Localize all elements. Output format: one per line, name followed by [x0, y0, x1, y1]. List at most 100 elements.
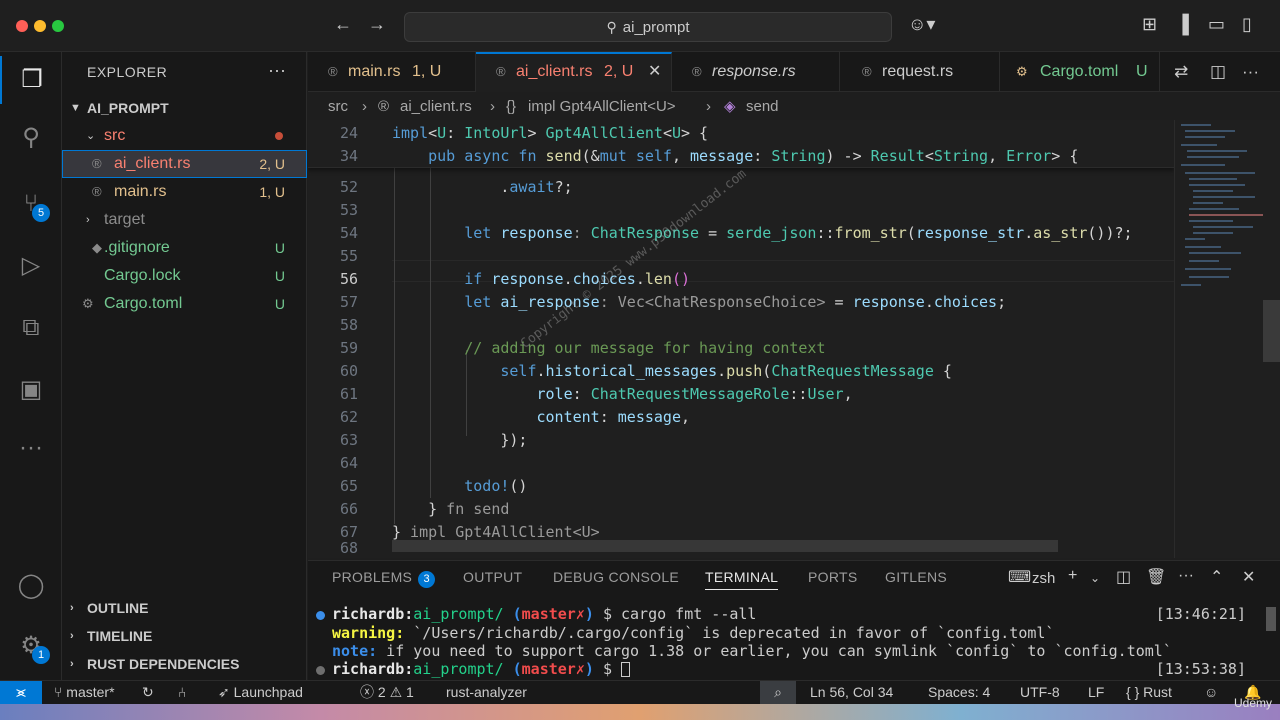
- panel-tab-problems[interactable]: PROBLEMS 3: [332, 569, 436, 588]
- panel-tab-output[interactable]: OUTPUT: [463, 569, 522, 585]
- tab-label: response.rs: [712, 63, 796, 80]
- panel-tab-gitlens[interactable]: GITLENS: [885, 569, 947, 585]
- gear-file-icon: ⚙: [1016, 64, 1028, 79]
- tree-item-ai-client[interactable]: ® ai_client.rs 2, U: [62, 150, 307, 178]
- more-actions-icon[interactable]: ···: [1242, 62, 1259, 82]
- breadcrumb-folder[interactable]: src: [328, 94, 348, 120]
- tree-item-label: main.rs: [114, 183, 167, 200]
- tree-item-status: U: [274, 296, 285, 312]
- tree-item-cargo-toml[interactable]: ⚙ Cargo.toml U: [62, 290, 307, 318]
- copilot-icon[interactable]: ☺▾: [908, 14, 935, 35]
- tab-request-rs[interactable]: ® request.rs: [840, 52, 1000, 92]
- search-icon[interactable]: ⚲: [0, 114, 62, 162]
- window-minimize-button[interactable]: [34, 20, 46, 32]
- tree-item-label: target: [104, 211, 145, 228]
- trash-icon[interactable]: 🗑: [1146, 567, 1166, 587]
- window-close-button[interactable]: [16, 20, 28, 32]
- customize-layout-icon[interactable]: ⊞: [1142, 14, 1157, 35]
- panel-tab-debug-console[interactable]: DEBUG CONSOLE: [553, 569, 679, 585]
- tree-item-src[interactable]: ⌄ src: [62, 122, 307, 150]
- minimap-slider[interactable]: [1263, 300, 1280, 362]
- forward-arrow-icon[interactable]: →: [368, 14, 386, 35]
- tab-response-rs[interactable]: ® response.rs: [672, 52, 840, 92]
- run-debug-icon[interactable]: ▷: [0, 242, 62, 290]
- close-panel-icon[interactable]: ✕: [1242, 567, 1255, 587]
- code-line-59: // adding our message for having context: [464, 339, 826, 357]
- minimap[interactable]: [1174, 120, 1280, 558]
- add-terminal-icon[interactable]: +: [1068, 567, 1077, 585]
- panel-tab-ports[interactable]: PORTS: [808, 569, 857, 585]
- window-maximize-button[interactable]: [52, 20, 64, 32]
- copilot-icon[interactable]: ☺: [1204, 681, 1218, 704]
- tree-item-target[interactable]: › target: [62, 206, 307, 234]
- line-number: 68: [339, 539, 358, 557]
- gitlens-icon[interactable]: ⑃: [178, 681, 186, 704]
- layout-sidebar-right-icon[interactable]: ▯: [1242, 14, 1252, 35]
- code-line-65: todo!(): [464, 477, 528, 495]
- terminal-scrollbar[interactable]: [1266, 607, 1276, 631]
- zoom-icon[interactable]: ⌕: [760, 681, 796, 705]
- tree-item-main[interactable]: ® main.rs 1, U: [62, 178, 307, 206]
- terminal-shell-label[interactable]: zsh: [1032, 570, 1055, 587]
- more-icon[interactable]: ···: [0, 424, 62, 472]
- extensions-icon[interactable]: ⧉: [0, 304, 62, 352]
- layout-sidebar-left-icon[interactable]: ▐: [1176, 14, 1189, 35]
- chevron-right-icon: ›: [70, 602, 74, 614]
- error-dot-icon: [275, 132, 283, 140]
- problems-indicator[interactable]: ⓧ 2 ⚠ 1: [360, 681, 414, 704]
- section-timeline[interactable]: › TIMELINE: [62, 622, 307, 650]
- breadcrumb-method[interactable]: send: [746, 94, 779, 120]
- project-root[interactable]: ▼ AI_PROMPT: [62, 94, 307, 122]
- chevron-down-icon: ▼: [70, 102, 81, 114]
- explorer-icon[interactable]: ❐: [0, 56, 62, 104]
- tab-label: ai_client.rs: [516, 63, 593, 80]
- remote-indicator-icon[interactable]: ⪤: [0, 681, 42, 705]
- branch-indicator[interactable]: ⑂ master*: [54, 681, 115, 704]
- horizontal-scrollbar[interactable]: [392, 540, 1058, 552]
- panel-tab-terminal[interactable]: TERMINAL: [705, 569, 779, 590]
- split-editor-icon[interactable]: ◫: [1210, 62, 1226, 82]
- rust-analyzer-status[interactable]: rust-analyzer: [446, 681, 527, 704]
- section-rust-dependencies[interactable]: › RUST DEPENDENCIES: [62, 650, 307, 678]
- code-line-62: content: message,: [536, 408, 691, 426]
- chevron-down-icon[interactable]: ⌄: [1090, 571, 1100, 585]
- git-compare-icon[interactable]: ⇄: [1174, 62, 1188, 82]
- tree-item-cargo-lock[interactable]: Cargo.lock U: [62, 262, 307, 290]
- more-actions-icon[interactable]: ···: [1178, 567, 1194, 585]
- search-icon: ⚲: [606, 19, 617, 35]
- section-outline[interactable]: › OUTLINE: [62, 594, 307, 622]
- tree-item-status: 1, U: [259, 184, 285, 200]
- tab-ai-client-rs[interactable]: ® ai_client.rs 2, U ✕: [476, 52, 672, 92]
- branch-icon: ⑂: [54, 684, 67, 700]
- sync-icon[interactable]: ↻: [142, 681, 154, 704]
- encoding[interactable]: UTF-8: [1020, 681, 1060, 704]
- code-line-63: });: [392, 431, 528, 449]
- command-center-search[interactable]: ⚲ ai_prompt: [404, 12, 892, 42]
- back-arrow-icon[interactable]: ←: [334, 14, 352, 35]
- line-number: 34: [339, 147, 358, 165]
- source-control-icon[interactable]: ⑂ 5: [0, 180, 62, 228]
- breadcrumb-impl[interactable]: impl Gpt4AllClient<U>: [528, 94, 676, 120]
- tab-cargo-toml[interactable]: ⚙ Cargo.toml U: [1000, 52, 1160, 92]
- cursor-position[interactable]: Ln 56, Col 34: [810, 681, 893, 704]
- launchpad-item[interactable]: ➶ Launchpad: [218, 681, 303, 704]
- end-of-line[interactable]: LF: [1088, 681, 1104, 704]
- title-bar: ← → ⚲ ai_prompt ☺▾ ⊞ ▐ ▭ ▯: [0, 0, 1280, 52]
- remote-explorer-icon[interactable]: ▣: [0, 366, 62, 414]
- split-terminal-icon[interactable]: ◫: [1116, 567, 1131, 587]
- layout-panel-icon[interactable]: ▭: [1208, 14, 1225, 35]
- settings-gear-icon[interactable]: ⚙ 1: [0, 622, 62, 670]
- tab-close-icon[interactable]: ✕: [648, 54, 661, 90]
- status-bar: ⪤ ⑂ master* ↻ ⑃ ➶ Launchpad ⓧ 2 ⚠ 1 rust…: [0, 680, 1280, 705]
- language-mode[interactable]: { } Rust: [1126, 681, 1172, 704]
- breadcrumb-file[interactable]: ai_client.rs: [400, 94, 472, 120]
- dock-strip: [0, 704, 1280, 720]
- code-editor[interactable]: 52 .await?; 53 54 let response: ChatResp…: [308, 120, 1174, 558]
- account-icon[interactable]: ◯: [0, 562, 62, 610]
- tree-item-status: U: [274, 240, 285, 256]
- maximize-panel-icon[interactable]: ⌃: [1210, 567, 1223, 587]
- indentation[interactable]: Spaces: 4: [928, 681, 990, 704]
- more-actions-icon[interactable]: ···: [268, 60, 286, 81]
- tab-main-rs[interactable]: ® main.rs 1, U: [308, 52, 476, 92]
- tree-item-gitignore[interactable]: ◆ .gitignore U: [62, 234, 307, 262]
